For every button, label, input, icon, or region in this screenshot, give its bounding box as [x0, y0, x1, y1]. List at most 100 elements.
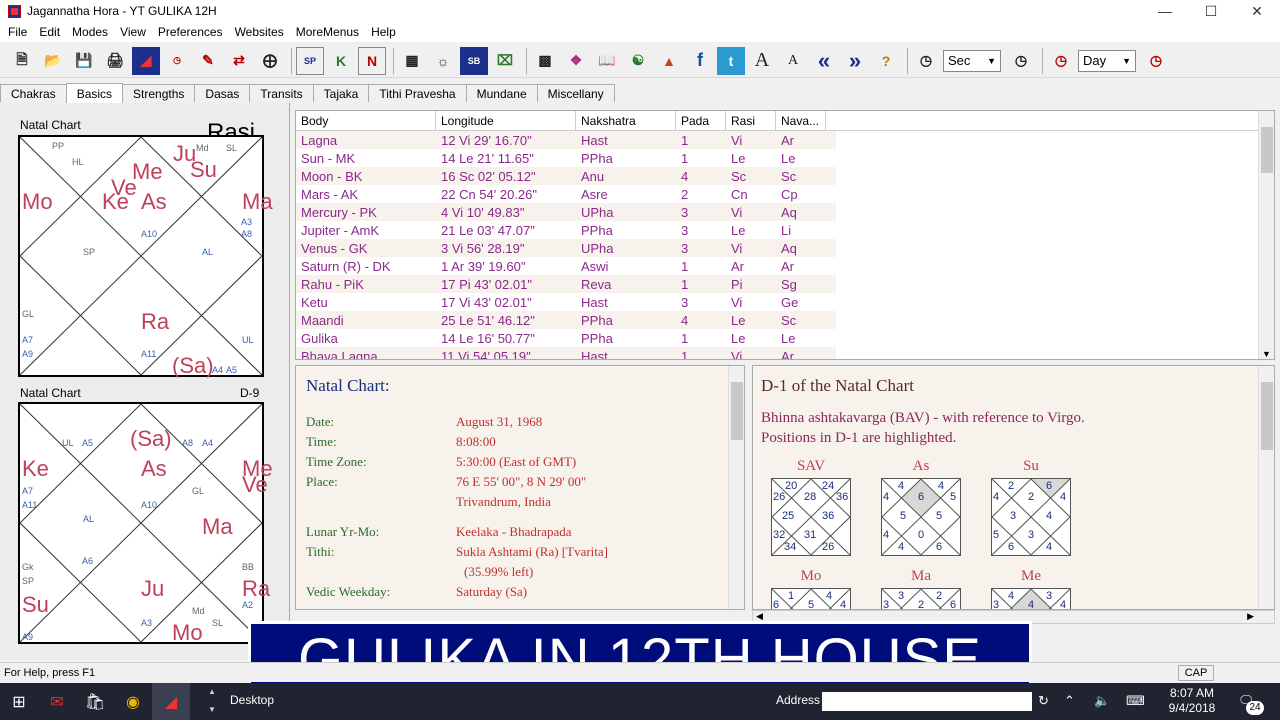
table-row[interactable]: Mars - AK 22 Cn 54' 20.26" Asre 2 Cn Cp [296, 185, 836, 203]
save-icon[interactable]: 💾 [70, 47, 98, 75]
table-row[interactable]: Maandi 25 Le 51' 46.12" PPha 4 Le Sc [296, 311, 836, 329]
scroll-right-icon[interactable]: ▶ [1247, 611, 1254, 622]
data-clock-icon[interactable]: ◷ [163, 47, 191, 75]
day-unit-select[interactable]: Day ▼ [1078, 49, 1136, 72]
font-large-icon[interactable]: A [748, 47, 776, 75]
k-icon[interactable]: K [327, 47, 355, 75]
system-clock[interactable]: 8:07 AM 9/4/2018 [1160, 686, 1224, 716]
scroll-down-icon[interactable]: ▼ [1262, 349, 1271, 359]
tab-strengths[interactable]: Strengths [122, 84, 196, 102]
menu-edit[interactable]: Edit [33, 25, 66, 39]
twitter-icon[interactable]: t [717, 46, 745, 75]
volume-icon[interactable]: 🔈 [1094, 693, 1110, 709]
maximize-icon[interactable]: ☐ [1188, 0, 1234, 22]
header-navamsa[interactable]: Nava... [776, 111, 826, 130]
chrome-icon[interactable]: ◉ [114, 683, 152, 720]
edit-data-icon[interactable]: ✎ [194, 47, 222, 75]
help-icon[interactable]: ? [872, 47, 900, 75]
header-pada[interactable]: Pada [676, 111, 726, 130]
planet-table[interactable]: Body Longitude Nakshatra Pada Rasi Nava.… [295, 110, 1275, 360]
people-icon[interactable]: ❖ [562, 47, 590, 75]
book-icon[interactable]: 📖 [593, 47, 621, 75]
scrollbar-thumb[interactable] [1261, 382, 1273, 450]
tab-miscellany[interactable]: Miscellany [536, 84, 615, 102]
refresh-icon[interactable]: ↻ [1038, 693, 1049, 709]
table-row[interactable]: Lagna 12 Vi 29' 16.70" Hast 1 Vi Ar [296, 131, 836, 149]
header-nakshatra[interactable]: Nakshatra [576, 111, 676, 130]
time-forward-icon[interactable]: ◷ [1007, 47, 1035, 75]
open-folder-icon[interactable]: 📂 [39, 47, 67, 75]
sp-kh-icon[interactable]: SP [296, 46, 324, 75]
tab-transits[interactable]: Transits [249, 84, 314, 102]
tab-dasas[interactable]: Dasas [194, 84, 251, 102]
table-row[interactable]: Ketu 17 Vi 43' 02.01" Hast 3 Vi Ge [296, 293, 836, 311]
scroll-up-icon[interactable]: ▲ [208, 687, 216, 696]
menu-file[interactable]: File [2, 25, 33, 39]
table-row[interactable]: Gulika 14 Le 16' 50.77" PPha 1 Le Le [296, 329, 836, 347]
new-file-icon[interactable]: 🗎 [8, 47, 36, 75]
header-longitude[interactable]: Longitude [436, 111, 576, 130]
time-unit-select[interactable]: Sec ▼ [943, 49, 1001, 72]
keyboard-icon[interactable]: ⌨ [1126, 693, 1145, 709]
tab-tithi-pravesha[interactable]: Tithi Pravesha [368, 84, 467, 102]
tab-mundane[interactable]: Mundane [465, 84, 538, 102]
n-icon[interactable]: N [358, 46, 386, 75]
time-back-icon[interactable]: ◷ [912, 47, 940, 75]
menu-view[interactable]: View [114, 25, 152, 39]
table-row[interactable]: Bhava Lagna 11 Vi 54' 05.19" Hast 1 Vi Ar [296, 347, 836, 359]
tab-tajaka[interactable]: Tajaka [312, 84, 370, 102]
table-row[interactable]: Sun - MK 14 Le 21' 11.65" PPha 1 Le Le [296, 149, 836, 167]
table-row[interactable]: Moon - BK 16 Sc 02' 05.12" Anu 4 Sc Sc [296, 167, 836, 185]
table-row[interactable]: Venus - GK 3 Vi 56' 28.19" UPha 3 Vi Aq [296, 239, 836, 257]
compass-icon[interactable]: ⨁ [256, 47, 284, 75]
chart-style-icon[interactable]: ◢ [132, 46, 160, 75]
table-row[interactable]: Mercury - PK 4 Vi 10' 49.83" UPha 3 Vi Aq [296, 203, 836, 221]
tab-chakras[interactable]: Chakras [0, 84, 67, 102]
sb-icon[interactable]: SB [460, 46, 488, 75]
address-input[interactable] [822, 692, 1032, 711]
table-row[interactable]: Rahu - PiK 17 Pi 43' 02.01" Reva 1 Pi Sg [296, 275, 836, 293]
menu-help[interactable]: Help [365, 25, 402, 39]
table-cell: Maandi [301, 312, 344, 328]
print-icon[interactable]: 🖨 [101, 47, 129, 75]
header-body[interactable]: Body [296, 111, 436, 130]
menu-preferences[interactable]: Preferences [152, 25, 229, 39]
tab-basics[interactable]: Basics [65, 83, 124, 103]
day-back-icon[interactable]: ◷ [1047, 47, 1075, 75]
navamsa-chart[interactable]: (Sa) As Ke Me Ve Ma Ju Ra Su Mo UL A5 A8… [18, 402, 273, 645]
scrollbar-thumb[interactable] [731, 382, 743, 440]
fire-icon[interactable]: ▲ [655, 47, 683, 75]
scroll-down-icon[interactable]: ▼ [208, 705, 216, 714]
chevron-up-icon[interactable]: ⌃ [1064, 693, 1075, 709]
forward-icon[interactable]: » [841, 47, 869, 75]
x-box-icon[interactable]: ⌧ [491, 47, 519, 75]
font-small-icon[interactable]: A [779, 47, 807, 75]
sun-icon[interactable]: ☼ [429, 47, 457, 75]
store-icon[interactable]: 🛍 [76, 683, 114, 720]
header-rasi[interactable]: Rasi [726, 111, 776, 130]
table-row[interactable]: Saturn (R) - DK 1 Ar 39' 19.60" Aswi 1 Ar Ar [296, 257, 836, 275]
table-scrollbar[interactable]: ▼ [1258, 111, 1274, 359]
table-icon[interactable]: ▩ [531, 47, 559, 75]
menu-moremenus[interactable]: MoreMenus [290, 25, 365, 39]
windows-start-icon[interactable]: ⊞ [0, 683, 38, 720]
day-forward-icon[interactable]: ◷ [1142, 47, 1170, 75]
jagannatha-hora-taskbar-icon[interactable]: ◢ [152, 683, 190, 720]
table-row[interactable]: Jupiter - AmK 21 Le 03' 47.07" PPha 3 Le Li [296, 221, 836, 239]
rasi-chart[interactable]: Ju Su Me Ve Ke As Mo Ma Ra (Sa) PP HL Md… [18, 135, 273, 378]
menu-modes[interactable]: Modes [66, 25, 114, 39]
info-scrollbar[interactable] [728, 366, 744, 609]
scrollbar-thumb[interactable] [1261, 127, 1273, 173]
back-icon[interactable]: « [810, 47, 838, 75]
transfer-icon[interactable]: ⇄ [225, 47, 253, 75]
close-icon[interactable]: ✕ [1234, 0, 1280, 22]
facebook-icon[interactable]: f [686, 47, 714, 75]
menu-websites[interactable]: Websites [229, 25, 290, 39]
desktop-toolbar-label[interactable]: Desktop [230, 693, 274, 707]
broadcast-icon[interactable]: ☯ [624, 47, 652, 75]
mail-app-icon[interactable]: ✉ [38, 683, 76, 720]
minimize-icon[interactable]: — [1142, 0, 1188, 22]
grid-icon[interactable]: ▦ [398, 47, 426, 75]
bav-scrollbar[interactable] [1258, 366, 1274, 609]
tab-bar: Chakras Basics Strengths Dasas Transits … [0, 83, 1280, 103]
